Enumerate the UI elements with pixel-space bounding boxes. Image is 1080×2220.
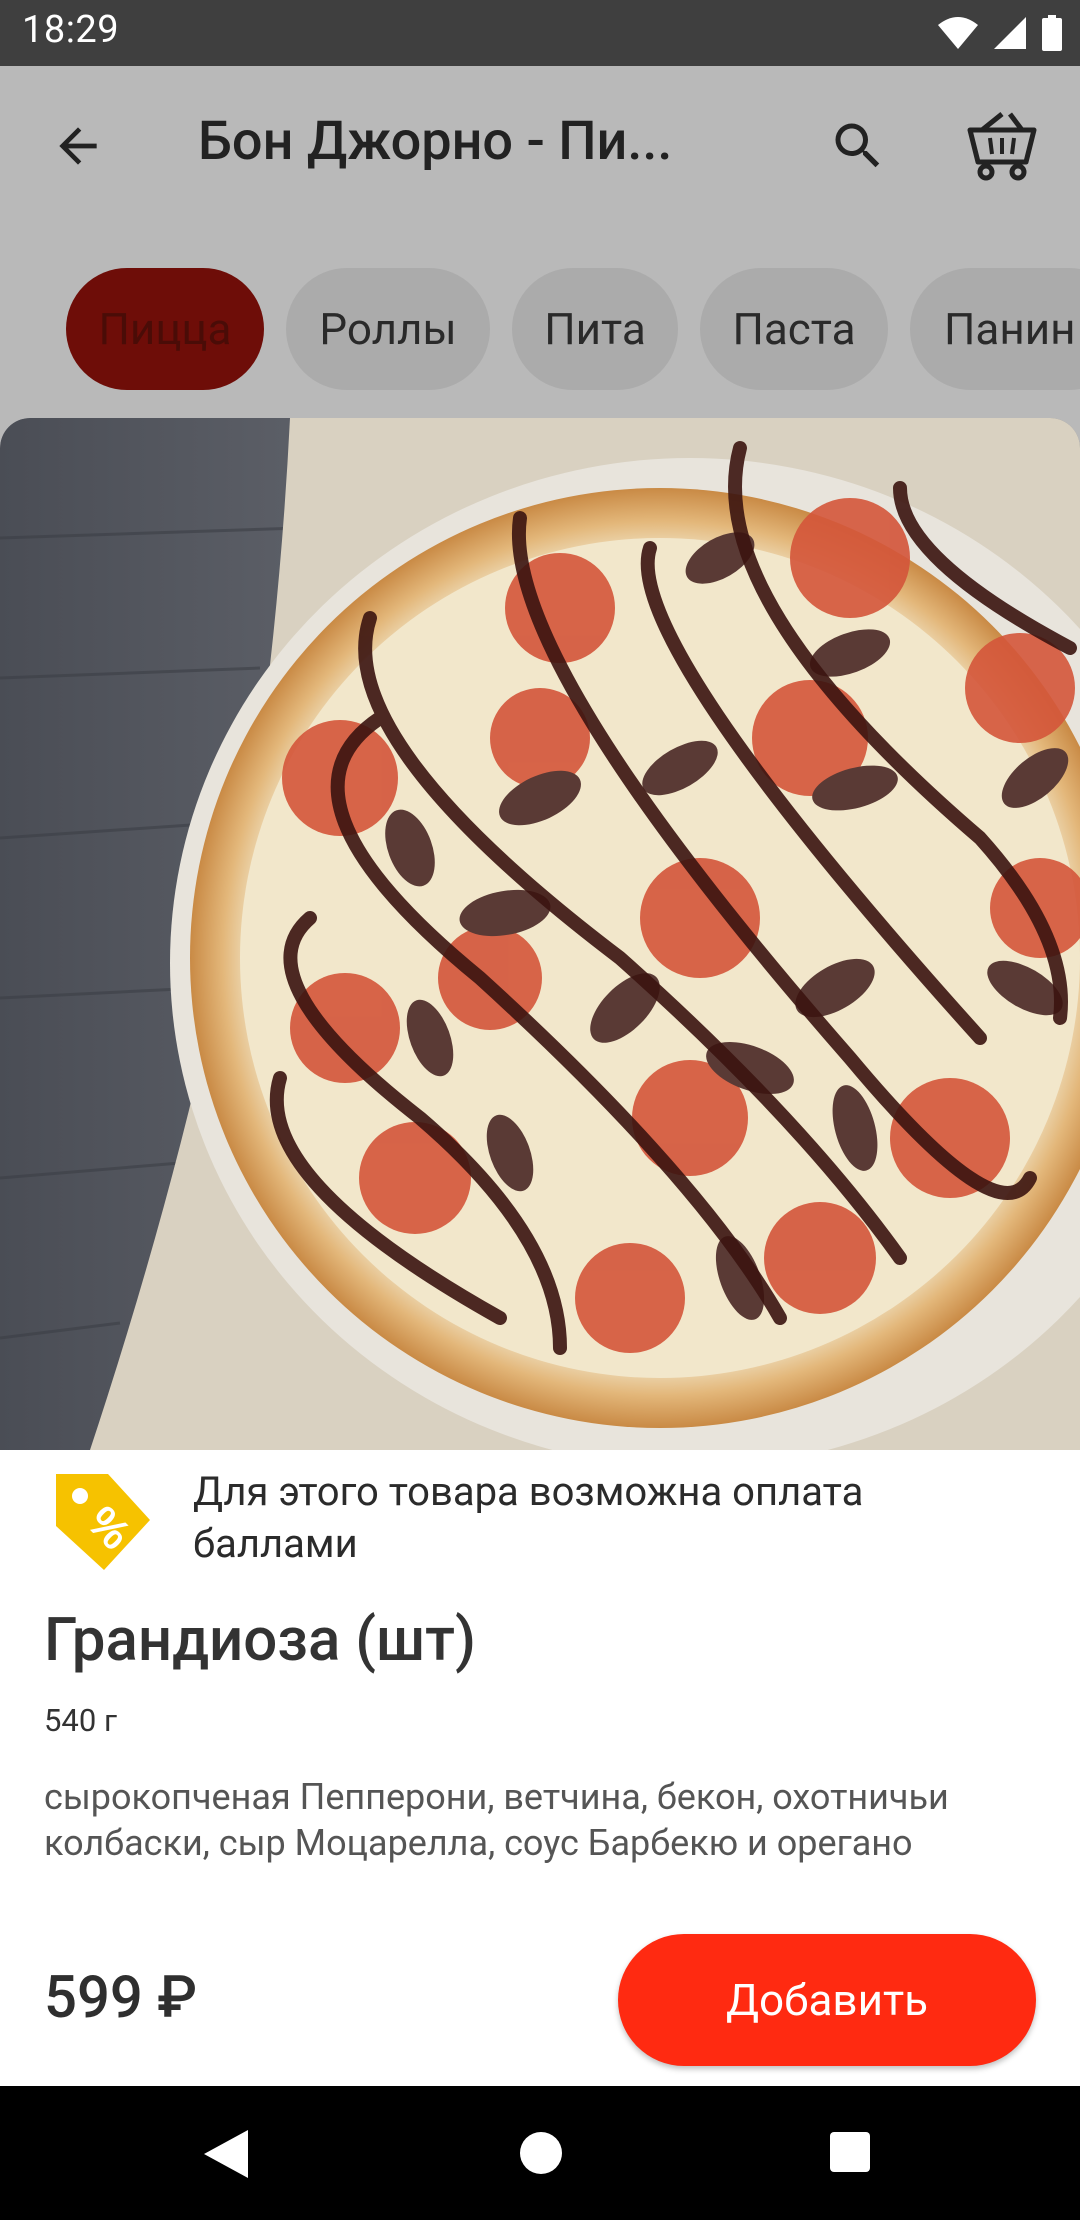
wifi-icon (938, 17, 978, 49)
category-tabs: Пицца Роллы Пита Паста Панин (0, 268, 1080, 394)
tab-pizza[interactable]: Пицца (66, 268, 264, 390)
status-time: 18:29 (22, 8, 120, 52)
points-payment-note: % Для этого товара возможна оплата балла… (0, 1462, 1080, 1582)
tab-panini[interactable]: Панин (910, 268, 1080, 390)
battery-icon (1042, 15, 1062, 51)
tab-pasta[interactable]: Паста (700, 268, 888, 390)
nav-recents-icon[interactable] (830, 2132, 870, 2172)
product-weight: 540 г (44, 1702, 117, 1739)
tab-rolls[interactable]: Роллы (286, 268, 490, 390)
product-description: сырокопченая Пепперони, ветчина, бекон, … (44, 1776, 949, 1864)
status-icons (938, 14, 1062, 52)
add-to-cart-button[interactable]: Добавить (618, 1934, 1036, 2066)
product-bottom-sheet: % Для этого товара возможна оплата балла… (0, 418, 1080, 2086)
nav-home-icon[interactable] (520, 2132, 562, 2174)
product-price: 599 ₽ (44, 1964, 198, 2032)
system-nav-bar (0, 2086, 1080, 2220)
search-icon[interactable] (828, 116, 888, 176)
back-arrow-icon[interactable] (50, 118, 106, 174)
status-bar: 18:29 (0, 0, 1080, 66)
product-image (0, 418, 1080, 1450)
signal-icon (994, 17, 1026, 49)
points-payment-text: Для этого товара возможна оплата баллами (193, 1468, 864, 1567)
product-title: Грандиоза (шт) (44, 1604, 476, 1675)
cart-icon[interactable] (966, 110, 1038, 182)
discount-tag-icon: % (56, 1474, 150, 1570)
app-bar: Бон Джорно - Пи... (0, 66, 1080, 222)
tab-pita[interactable]: Пита (512, 268, 678, 390)
store-title: Бон Джорно - Пи... (198, 110, 673, 173)
nav-back-icon[interactable] (204, 2130, 248, 2178)
